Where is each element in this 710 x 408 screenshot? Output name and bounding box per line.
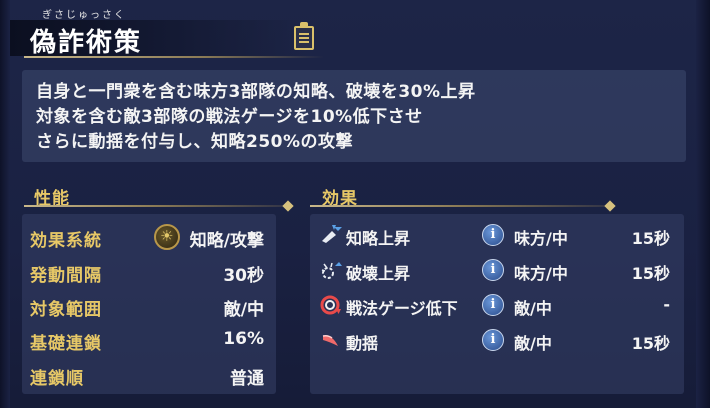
effect-name: 知略上昇 [346,229,411,248]
destruction-up-icon [321,262,342,279]
intellect-up-icon [322,225,342,243]
stat-value: 知略/攻撃 [189,231,264,251]
agitation-icon [322,335,338,346]
info-icon[interactable]: i [482,294,504,316]
effect-row-gauge-down: 戦法ゲージ低下 i 敵/中 - [310,288,684,322]
effect-duration: 15秒 [631,229,670,248]
stat-value: 30秒 [223,266,264,286]
stat-row-base-chain: 基礎連鎖 16% [26,323,270,355]
info-icon[interactable]: i [482,329,504,351]
description-line: さらに動揺を付与し、知略250%の攻撃 [36,132,354,152]
performance-divider [24,205,288,207]
effect-name: 破壊上昇 [346,264,411,283]
stat-value: 敵/中 [223,300,264,320]
effect-target: 味方/中 [514,264,568,283]
effects-divider [310,205,610,207]
description-line: 自身と一門衆を含む味方3部隊の知略、破壊を30%上昇 [36,82,476,102]
effect-duration: - [663,295,670,314]
effect-duration: 15秒 [631,334,670,353]
stat-value: 普通 [230,369,264,389]
stat-label: 発動間隔 [30,266,102,286]
stat-row-effect-type: 効果系統 知略/攻撃 [26,220,270,252]
effect-name: 動揺 [346,334,379,353]
effect-row-agitation: 動揺 i 敵/中 15秒 [310,323,684,357]
stat-row-chain-order: 連鎖順 普通 [26,358,270,390]
info-icon[interactable]: i [482,259,504,281]
stat-label: 対象範囲 [30,300,102,320]
stat-row-range: 対象範囲 敵/中 [26,289,270,321]
title-ruby: ぎさじゅっさく [42,10,126,21]
stat-row-interval: 発動間隔 30秒 [26,255,270,287]
description-line: 対象を含む敵3部隊の戦法ゲージを10%低下させ [36,107,423,127]
effect-target: 敵/中 [514,299,552,318]
effect-target: 敵/中 [514,334,552,353]
effects-panel: 知略上昇 i 味方/中 15秒 破壊上昇 i 味方/中 15秒 戦法ゲージ低下 … [310,214,684,394]
effect-duration: 15秒 [631,264,670,283]
effect-name: 戦法ゲージ低下 [346,299,458,318]
stat-label: 効果系統 [30,231,102,251]
stat-label: 連鎖順 [30,369,84,389]
skill-description: 自身と一門衆を含む味方3部隊の知略、破壊を30%上昇 対象を含む敵3部隊の戦法ゲ… [22,70,686,162]
stat-value: 16% [223,329,264,349]
info-icon[interactable]: i [482,224,504,246]
strategy-attack-icon [154,224,180,250]
performance-panel: 効果系統 知略/攻撃 発動間隔 30秒 対象範囲 敵/中 基礎連鎖 16% 連鎖… [22,214,276,394]
scroll-icon[interactable] [294,22,314,50]
effect-row-intellect-up: 知略上昇 i 味方/中 15秒 [310,218,684,252]
title-underline [24,56,324,58]
effect-row-destruction-up: 破壊上昇 i 味方/中 15秒 [310,253,684,287]
gauge-down-icon [320,295,341,315]
skill-title: 偽詐術策 [30,28,143,58]
stat-label: 基礎連鎖 [30,334,102,354]
effect-target: 味方/中 [514,229,568,248]
skill-header: ぎさじゅっさく 偽詐術策 [0,0,710,62]
